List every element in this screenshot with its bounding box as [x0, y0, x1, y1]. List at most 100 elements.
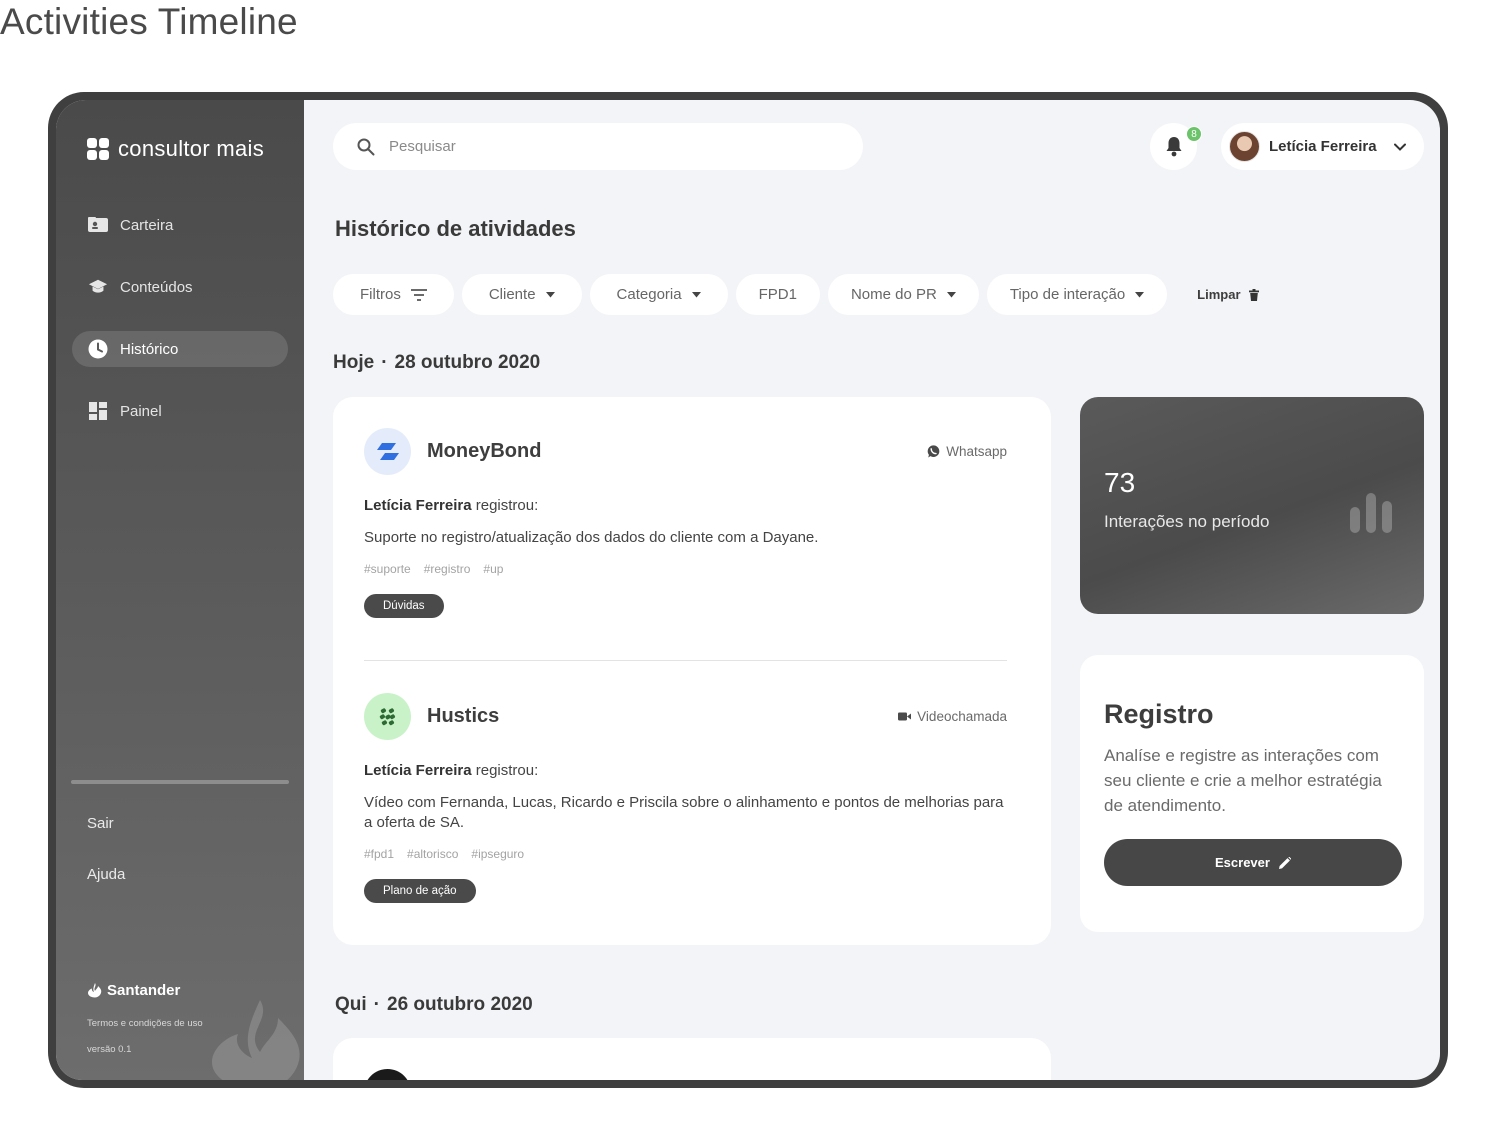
sidebar-item-conteudos[interactable]: Conteúdos — [72, 269, 288, 305]
logo-grid-icon — [87, 138, 109, 160]
filter-cliente-dropdown[interactable]: Cliente — [461, 274, 582, 315]
activity-item[interactable]: Hustics Videochamada Letícia Ferreira re… — [364, 693, 1007, 903]
client-logo-icon — [364, 1069, 411, 1080]
tag[interactable]: #suporte — [364, 562, 411, 576]
app-screen: consultor mais Carteira Conteúdos Histór… — [56, 100, 1440, 1080]
santander-logo: Santander — [87, 982, 180, 999]
activity-author-line: Letícia Ferreira registrou: — [364, 762, 1007, 779]
dashboard-icon — [88, 401, 108, 421]
user-menu[interactable]: Letícia Ferreira — [1221, 123, 1424, 170]
clear-filters-button[interactable]: Limpar — [1197, 287, 1259, 302]
caret-down-icon — [545, 291, 555, 297]
day-header-qui: Qui · 26 outubro 2020 — [335, 994, 533, 1015]
day-name: Hoje — [333, 352, 375, 373]
tag[interactable]: #ipseguro — [471, 847, 524, 861]
write-button[interactable]: Escrever — [1104, 839, 1402, 886]
filter-tipo-interacao-dropdown[interactable]: Tipo de interação — [986, 274, 1168, 315]
filters-button[interactable]: Filtros — [333, 274, 454, 315]
tag[interactable]: #fpd1 — [364, 847, 394, 861]
filter-label: Nome do PR — [850, 286, 937, 303]
tag[interactable]: #altorisco — [407, 847, 458, 861]
category-badge: Plano de ação — [364, 879, 476, 903]
video-camera-icon — [898, 712, 912, 721]
sidebar-item-label: Histórico — [120, 340, 179, 358]
sidebar-item-carteira[interactable]: Carteira — [72, 207, 288, 243]
sidebar-item-historico[interactable]: Histórico — [72, 331, 288, 367]
activity-card — [333, 1038, 1051, 1080]
hustics-logo-icon — [364, 693, 411, 740]
main-content: Pesquisar 8 Letícia Ferreira Histórico d… — [304, 100, 1440, 1080]
activity-action: registrou: — [471, 762, 539, 779]
clock-icon — [88, 339, 108, 359]
caret-down-icon — [691, 291, 701, 297]
trash-icon — [1248, 288, 1259, 301]
activity-author: Letícia Ferreira — [364, 497, 472, 514]
sidebar-item-label: Carteira — [120, 216, 174, 234]
logout-link[interactable]: Sair — [87, 815, 114, 832]
version-label: versão 0.1 — [87, 1044, 132, 1055]
notifications-button[interactable]: 8 — [1150, 123, 1202, 170]
search-input[interactable]: Pesquisar — [389, 138, 456, 155]
sidebar-item-painel[interactable]: Painel — [72, 393, 288, 429]
day-header-today: Hoje · 28 outubro 2020 — [333, 352, 541, 373]
sidebar-divider — [71, 780, 289, 784]
santander-watermark-icon — [212, 1000, 300, 1080]
client-name: Hustics — [427, 705, 500, 727]
registro-description: Analíse e registre as interações com seu… — [1104, 746, 1382, 815]
activity-action: registrou: — [471, 497, 539, 514]
activity-description: Suporte no registro/atualização dos dado… — [364, 529, 819, 546]
search-icon — [357, 138, 375, 155]
caret-down-icon — [1135, 291, 1145, 297]
channel-name: Videochamada — [917, 709, 1007, 724]
logo-text: consultor mais — [118, 136, 265, 161]
sidebar: consultor mais Carteira Conteúdos Histór… — [56, 100, 304, 1080]
sidebar-item-label: Painel — [120, 402, 162, 420]
filter-categoria-dropdown[interactable]: Categoria — [589, 274, 728, 315]
chevron-down-icon — [1393, 143, 1406, 151]
tag-list: #suporte #registro #up — [364, 562, 1007, 576]
activity-author-line: Letícia Ferreira registrou: — [364, 497, 1007, 514]
notifications-badge: 8 — [1186, 126, 1202, 142]
page-title: Histórico de atividades — [335, 216, 576, 241]
search-bar[interactable]: Pesquisar — [333, 123, 863, 170]
pencil-icon — [1278, 856, 1291, 869]
filter-label: Cliente — [488, 286, 536, 303]
activity-author: Letícia Ferreira — [364, 762, 472, 779]
wallet-icon — [88, 215, 108, 235]
app-logo[interactable]: consultor mais — [87, 136, 264, 162]
channel-name: Whatsapp — [946, 444, 1007, 459]
interactions-count: 73 — [1104, 467, 1136, 498]
avatar — [1229, 131, 1260, 162]
sidebar-nav: Carteira Conteúdos Histórico Painel — [72, 207, 288, 455]
day-name: Qui — [335, 994, 367, 1015]
tag-list: #fpd1 #altorisco #ipseguro — [364, 847, 1007, 861]
filter-lines-icon — [410, 288, 427, 301]
activity-item[interactable]: MoneyBond Whatsapp Letícia Ferreira regi… — [364, 428, 1007, 618]
user-name: Letícia Ferreira — [1269, 138, 1377, 155]
activity-card: MoneyBond Whatsapp Letícia Ferreira regi… — [333, 397, 1051, 945]
tag[interactable]: #registro — [424, 562, 471, 576]
interactions-label: Interações no período — [1104, 512, 1270, 531]
caret-down-icon — [946, 291, 956, 297]
help-link[interactable]: Ajuda — [87, 866, 125, 883]
sidebar-item-label: Conteúdos — [120, 278, 193, 296]
registro-title: Registro — [1104, 699, 1214, 729]
day-date: 26 outubro 2020 — [387, 994, 533, 1015]
channel-label: Whatsapp — [927, 444, 1007, 459]
moneybond-logo-icon — [364, 428, 411, 475]
day-date: 28 outubro 2020 — [394, 352, 541, 373]
client-name: MoneyBond — [427, 440, 542, 462]
bar-chart-icon — [1350, 493, 1392, 533]
channel-label: Videochamada — [898, 709, 1007, 724]
bell-icon — [1166, 137, 1181, 157]
write-label: Escrever — [1215, 855, 1270, 870]
clear-label: Limpar — [1197, 287, 1241, 302]
terms-link[interactable]: Termos e condições de uso — [87, 1018, 203, 1029]
activity-description: Vídeo com Fernanda, Lucas, Ricardo e Pri… — [364, 794, 1004, 831]
filter-fpd1-chip[interactable]: FPD1 — [735, 274, 820, 315]
filter-label: Filtros — [360, 286, 401, 303]
filter-bar: Filtros Cliente Categoria FPD1 Nome do P… — [333, 274, 1259, 315]
filter-nome-pr-dropdown[interactable]: Nome do PR — [827, 274, 979, 315]
tag[interactable]: #up — [483, 562, 503, 576]
category-badge: Dúvidas — [364, 594, 444, 618]
